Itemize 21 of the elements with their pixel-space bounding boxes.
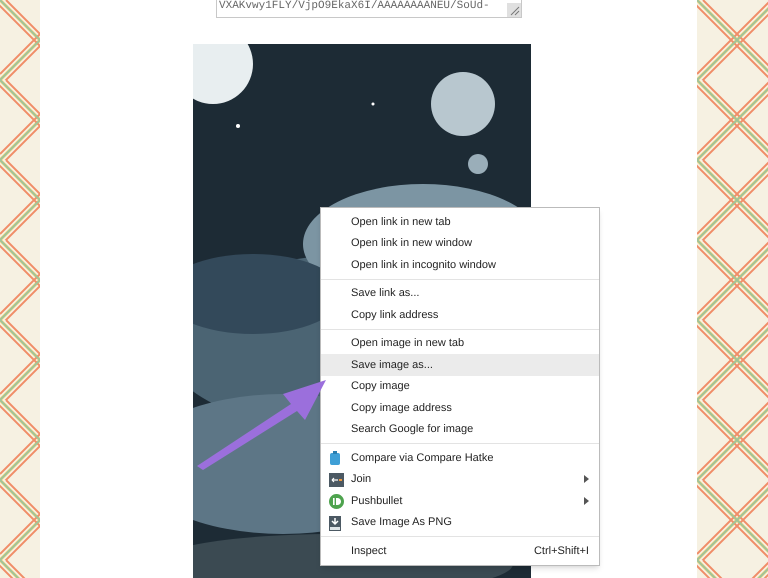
menu-item[interactable]: Open link in new tab — [321, 211, 599, 232]
menu-item[interactable]: Open link in incognito window — [321, 254, 599, 276]
menu-item[interactable]: Copy image — [321, 376, 599, 397]
menu-item[interactable]: Save link as... — [321, 282, 599, 304]
menu-item[interactable]: Search Google for image — [321, 418, 599, 440]
url-field[interactable]: VXAKvwy1FLY/VjpO9EkaX6I/AAAAAAAANEU/SoUd- — [216, 0, 522, 18]
menu-item[interactable]: Copy image address — [321, 397, 599, 418]
menu-item[interactable]: Join — [321, 468, 599, 490]
menu-item[interactable]: Save Image As PNG — [321, 512, 599, 533]
join-icon — [329, 472, 344, 486]
menu-item[interactable]: Inspect Ctrl+Shift+I — [321, 540, 599, 562]
tag-icon — [329, 451, 341, 465]
download-icon — [329, 516, 341, 530]
menu-item[interactable]: Save image as... — [321, 354, 599, 376]
pushbullet-icon — [329, 494, 344, 509]
menu-item[interactable]: Open image in new tab — [321, 332, 599, 354]
menu-item[interactable]: Copy link address — [321, 304, 599, 326]
menu-item[interactable]: Pushbullet — [321, 490, 599, 512]
resize-handle-icon[interactable] — [507, 3, 521, 17]
menu-item[interactable]: Open link in new window — [321, 232, 599, 254]
menu-item[interactable]: Compare via Compare Hatke — [321, 447, 599, 468]
